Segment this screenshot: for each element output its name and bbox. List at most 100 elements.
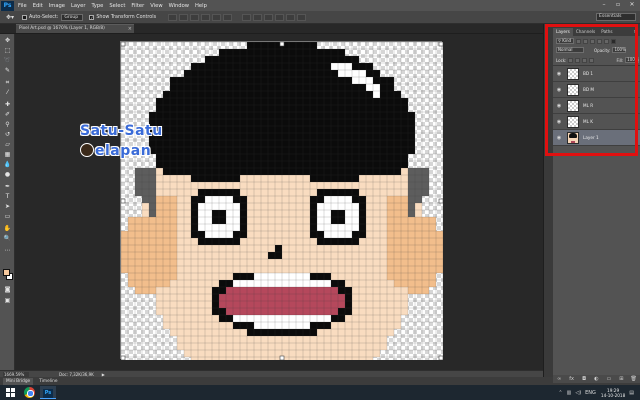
document-tab[interactable]: Pixel Art.psd @ 1670% (Layer 1, RGB/8) ×	[16, 24, 134, 33]
minimize-button[interactable]: –	[598, 1, 610, 9]
gradient-tool-icon[interactable]: ▦	[3, 151, 12, 158]
checker-cell	[433, 198, 437, 202]
edit-toolbar-icon[interactable]: ⋯	[3, 247, 12, 254]
workspace-dropdown[interactable]: Essentials	[596, 13, 636, 21]
eyedropper-tool-icon[interactable]: ⁄	[3, 89, 12, 96]
distribute-bottom-button[interactable]	[264, 13, 274, 21]
menu-edit[interactable]: Edit	[33, 3, 43, 9]
hair-pixel	[240, 49, 247, 56]
checker-cell	[433, 86, 437, 90]
pixel-art-face[interactable]	[121, 42, 443, 360]
hair-pixel	[317, 147, 324, 154]
blur-tool-icon[interactable]: 💧	[3, 161, 12, 168]
checker-cell	[125, 314, 129, 318]
distribute-right-button[interactable]	[297, 13, 307, 21]
move-tool-preset-icon[interactable]: ✥▾	[4, 13, 16, 22]
lasso-tool-icon[interactable]: ➰	[3, 57, 12, 64]
history-brush-tool-icon[interactable]: ↺	[3, 131, 12, 138]
hair-pixel	[177, 147, 184, 154]
skin-pixel	[205, 259, 212, 266]
checker-cell	[137, 206, 141, 210]
skin-pixel	[247, 203, 254, 210]
skin-pixel	[219, 273, 226, 280]
menu-filter[interactable]: Filter	[131, 3, 144, 9]
close-button[interactable]: ✕	[626, 1, 638, 9]
marquee-tool-icon[interactable]: ⬚	[3, 47, 12, 54]
foreground-color-swatch[interactable]	[3, 269, 10, 276]
menu-layer[interactable]: Layer	[71, 3, 85, 9]
skin-pixel	[254, 224, 261, 231]
skin-pixel	[317, 182, 324, 189]
type-tool-icon[interactable]: T	[3, 193, 12, 200]
show-transform-checkbox[interactable]: ✓	[89, 14, 95, 20]
hair-pixel	[254, 119, 261, 126]
checker-cell	[441, 142, 443, 146]
hair-pixel	[394, 91, 401, 98]
skin-pixel	[289, 182, 296, 189]
align-middle-button[interactable]	[179, 13, 189, 21]
skin-pixel	[156, 189, 163, 196]
skin-pixel	[184, 231, 191, 238]
pen-tool-icon[interactable]: ✒	[3, 183, 12, 190]
checker-cell	[417, 102, 421, 106]
hair-pixel	[310, 147, 317, 154]
hair-pixel	[352, 105, 359, 112]
brush-tool-icon[interactable]: ✐	[3, 111, 12, 118]
hair-side-pixel	[415, 175, 422, 182]
distribute-top-button[interactable]	[242, 13, 252, 21]
skin-pixel	[324, 182, 331, 189]
skin-pixel	[184, 322, 191, 329]
align-right-button[interactable]	[223, 13, 233, 21]
screen-mode-icon[interactable]: ▣	[3, 297, 12, 304]
clone-stamp-tool-icon[interactable]: ⚲	[3, 121, 12, 128]
hand-tool-icon[interactable]: ✋	[3, 225, 12, 232]
move-tool-icon[interactable]: ✥	[3, 37, 12, 44]
align-left-button[interactable]	[201, 13, 211, 21]
healing-brush-tool-icon[interactable]: ✚	[3, 101, 12, 108]
eraser-tool-icon[interactable]: ▱	[3, 141, 12, 148]
skin-pixel	[219, 322, 226, 329]
hair-pixel	[345, 161, 352, 168]
hair-pixel	[331, 56, 338, 63]
checker-cell	[345, 46, 349, 50]
quick-select-tool-icon[interactable]: ✎	[3, 67, 12, 74]
document-close-icon[interactable]: ×	[128, 25, 132, 33]
auto-select-dropdown[interactable]: Group	[61, 13, 84, 21]
shape-tool-icon[interactable]: ▭	[3, 213, 12, 220]
menu-window[interactable]: Window	[169, 3, 189, 9]
distribute-middle-button[interactable]	[253, 13, 263, 21]
menu-image[interactable]: Image	[49, 3, 65, 9]
maximize-button[interactable]: ▫	[612, 1, 624, 9]
checker-cell	[433, 318, 437, 322]
ear-pixel	[422, 224, 429, 231]
document-canvas[interactable]	[120, 41, 443, 360]
menu-help[interactable]: Help	[195, 3, 207, 9]
skin-pixel	[296, 189, 303, 196]
align-bottom-button[interactable]	[190, 13, 200, 21]
crop-tool-icon[interactable]: ⌗	[3, 79, 12, 86]
ear-pixel	[422, 217, 429, 224]
zoom-tool-icon[interactable]: 🔍	[3, 235, 12, 242]
menu-type[interactable]: Type	[91, 3, 103, 9]
distribute-center-button[interactable]	[286, 13, 296, 21]
checker-cell	[137, 78, 141, 82]
menu-select[interactable]: Select	[109, 3, 125, 9]
auto-select-checkbox[interactable]	[22, 14, 27, 20]
cheek-shade-pixel	[401, 238, 408, 245]
skin-pixel	[205, 245, 212, 252]
align-top-button[interactable]	[168, 13, 178, 21]
checker-cell	[141, 58, 145, 62]
path-select-tool-icon[interactable]: ➤	[3, 203, 12, 210]
menu-file[interactable]: File	[18, 3, 27, 9]
quick-mask-icon[interactable]: ◙	[3, 286, 12, 293]
checker-cell	[417, 326, 421, 330]
menu-view[interactable]: View	[150, 3, 162, 9]
checker-cell	[417, 150, 421, 154]
distribute-left-button[interactable]	[275, 13, 285, 21]
skin-pixel	[156, 168, 163, 175]
align-center-button[interactable]	[212, 13, 222, 21]
cheek-shade-pixel	[394, 259, 401, 266]
ear-pixel	[149, 259, 156, 266]
hair-pixel	[261, 49, 268, 56]
dodge-tool-icon[interactable]: ●	[3, 171, 12, 178]
